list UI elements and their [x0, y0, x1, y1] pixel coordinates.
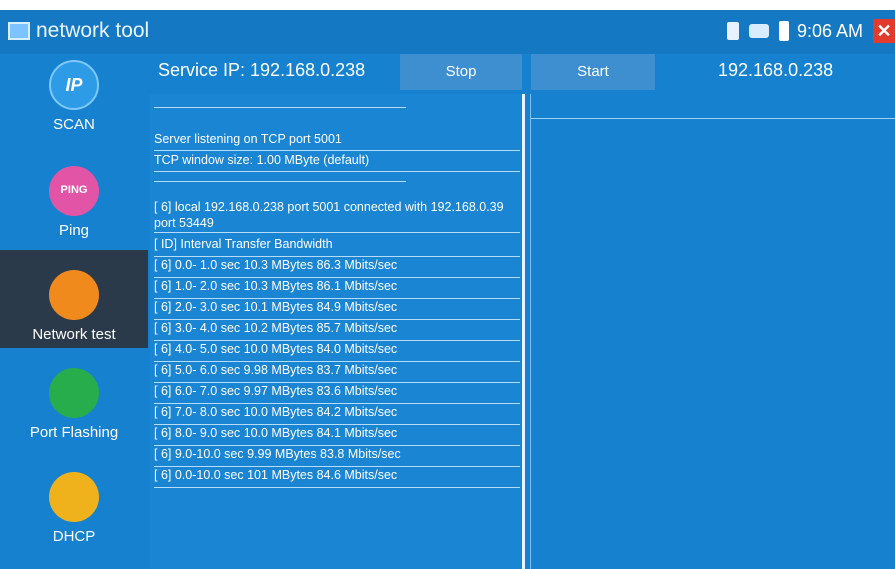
clock: 9:06 AM	[796, 20, 863, 41]
table-row: [ 6] 1.0- 2.0 sec 10.3 MBytes 86.1 Mbits…	[154, 279, 520, 299]
table-row: [ 6] 2.0- 3.0 sec 10.1 MBytes 84.9 Mbits…	[154, 300, 520, 320]
sidebar-item-label: Ping	[58, 222, 90, 239]
sidebar-item-port-flashing[interactable]: Port Flashing	[0, 368, 148, 468]
table-row: [ 6] 3.0- 4.0 sec 10.2 MBytes 85.7 Mbits…	[154, 321, 520, 341]
start-button[interactable]: Start	[531, 54, 655, 90]
close-icon[interactable]: ✕	[873, 19, 895, 43]
app-screen: network tool 9:06 AM ✕ IP SCAN PING Ping	[0, 10, 895, 569]
log-line: [ ID] Interval Transfer Bandwidth	[154, 237, 520, 257]
table-row: [ 6] 8.0- 9.0 sec 10.0 MBytes 84.1 Mbits…	[154, 426, 520, 446]
status-bar: 9:06 AM ✕	[717, 16, 895, 46]
sidebar-item-label: Network test	[32, 326, 116, 343]
stop-button[interactable]: Stop	[400, 54, 522, 90]
table-row: [ 6] 6.0- 7.0 sec 9.97 MBytes 83.6 Mbits…	[154, 384, 520, 404]
log-line: [ 6] local 192.168.0.238 port 5001 conne…	[154, 199, 520, 233]
sidebar-item-label: Port Flashing	[29, 424, 119, 441]
divider	[531, 118, 895, 119]
divider	[154, 94, 406, 108]
sidebar-item-label: DHCP	[52, 528, 96, 545]
title-bar: network tool 9:06 AM ✕	[0, 10, 895, 54]
table-row: [ 6] 0.0-10.0 sec 101 MBytes 84.6 Mbits/…	[154, 468, 520, 488]
server-ip-label: 192.168.0.238	[718, 60, 834, 80]
ping-icon: PING	[49, 166, 99, 216]
sidebar-item-ping[interactable]: PING Ping	[0, 166, 148, 256]
sim-card-icon	[726, 22, 739, 40]
app-title: network tool	[36, 19, 150, 42]
table-row: [ 6] 4.0- 5.0 sec 10.0 MBytes 84.0 Mbits…	[154, 342, 520, 362]
sidebar-item-dhcp[interactable]: DHCP	[0, 472, 148, 564]
table-row: [ 6] 0.0- 1.0 sec 10.3 MBytes 86.3 Mbits…	[154, 258, 520, 278]
app-icon	[8, 22, 30, 40]
battery-icon	[778, 21, 789, 41]
table-row: [ 6] 9.0-10.0 sec 9.99 MBytes 83.8 Mbits…	[154, 447, 520, 467]
table-row: [ 6] 7.0- 8.0 sec 10.0 MBytes 84.2 Mbits…	[154, 405, 520, 425]
ip-scan-icon: IP	[49, 60, 99, 110]
network-test-icon	[49, 270, 99, 320]
network-icon	[748, 24, 769, 38]
log-line: Server listening on TCP port 5001	[154, 132, 520, 151]
port-flashing-icon	[49, 368, 99, 418]
sidebar: IP SCAN PING Ping Network test Port Flas…	[0, 54, 148, 569]
sidebar-item-network-test[interactable]: Network test	[0, 250, 148, 348]
log-line: TCP window size: 1.00 MByte (default)	[154, 153, 520, 172]
sidebar-item-label: SCAN	[53, 116, 95, 133]
log-panel[interactable]: Server listening on TCP port 5001 TCP wi…	[150, 94, 525, 569]
divider	[154, 173, 406, 182]
table-row: [ 6] 5.0- 6.0 sec 9.98 MBytes 83.7 Mbits…	[154, 363, 520, 383]
client-panel[interactable]	[530, 94, 895, 569]
dhcp-icon	[49, 472, 99, 522]
sidebar-item-scan[interactable]: IP SCAN	[0, 60, 148, 160]
service-ip-label: Service IP: 192.168.0.238	[158, 60, 366, 80]
